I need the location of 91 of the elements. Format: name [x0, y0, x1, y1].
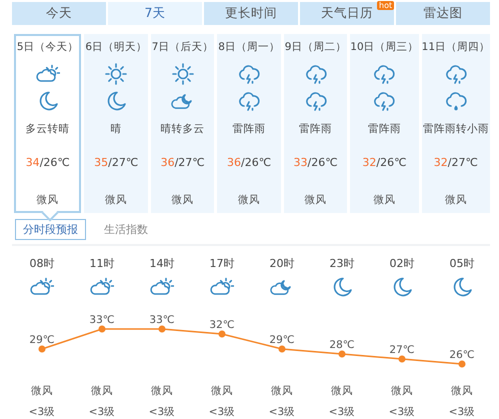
weather-text: 雷阵雨 — [368, 122, 401, 136]
day-date: 8日（周一） — [218, 40, 280, 55]
wind-text: 微风 — [238, 193, 260, 207]
thunder-cloud-icon — [304, 89, 328, 113]
hour-label: 14时 — [150, 256, 174, 271]
weather-text: 晴 — [110, 122, 122, 136]
thunder-cloud-icon — [237, 89, 262, 113]
rain-cloud-icon — [444, 89, 468, 113]
wind-force: <3级 — [388, 405, 416, 419]
hour-label: 08时 — [30, 256, 54, 271]
wind-force: <3级 — [148, 405, 176, 419]
data-point — [38, 346, 46, 352]
weather-text: 晴转多云 — [160, 122, 205, 136]
wind-force: <3级 — [208, 405, 236, 419]
wind-text: 微风 — [105, 193, 128, 207]
data-point — [338, 350, 346, 358]
day-date: 10日（周三） — [350, 40, 419, 55]
day-card[interactable]: 10日（周三） 雷阵雨 32/26℃ 微风 — [350, 34, 419, 213]
wind-text: 微风 — [172, 193, 194, 207]
temperature-label: 29℃ — [29, 334, 55, 346]
hot-badge: hot — [377, 1, 394, 10]
temperature-range: 32/26℃ — [362, 156, 406, 169]
sun-icon — [170, 62, 195, 86]
wind-force: <3级 — [448, 405, 476, 419]
wind-force: <3级 — [268, 405, 296, 419]
thunder-cloud-icon — [444, 62, 468, 86]
wind-text: 微风 — [150, 384, 173, 398]
day-card[interactable]: 9日（周二） 雷阵雨 33/26℃ 微风 — [284, 34, 348, 213]
day-date: 6日（明天） — [85, 40, 148, 55]
thunder-cloud-icon — [304, 62, 328, 86]
wind-text: 微风 — [210, 384, 233, 398]
tab[interactable]: 7天 — [108, 2, 202, 25]
wind-text: 微风 — [304, 193, 327, 207]
thunder-cloud-icon — [372, 89, 396, 113]
day-card[interactable]: 8日（周一） 雷阵雨 36/26℃ 微风 — [217, 34, 281, 213]
wind-force: <3级 — [328, 405, 356, 419]
temperature-range: 34/26℃ — [26, 156, 70, 169]
data-point — [278, 346, 286, 352]
subtab[interactable]: 分时段预报 — [15, 219, 86, 240]
temperature-range: 36/27℃ — [160, 156, 205, 169]
day-date: 5日（今天） — [16, 40, 79, 55]
temperature-label: 32℃ — [209, 319, 235, 331]
data-point — [158, 326, 166, 332]
wind-text: 微风 — [373, 193, 396, 207]
day-date: 11日（周四） — [422, 40, 490, 55]
wind-force: <3级 — [28, 405, 56, 419]
hour-label: 11时 — [90, 256, 114, 271]
temperature-label: 29℃ — [269, 334, 295, 346]
day-card[interactable]: 11日（周四） 雷阵雨转小雨 32/27℃ 微风 — [422, 34, 490, 213]
wind-text: 微风 — [90, 384, 113, 398]
temperature-range: 35/27℃ — [94, 156, 138, 169]
temperature-range: 32/27℃ — [434, 156, 478, 169]
day-date: 7日（后天） — [152, 40, 214, 55]
wind-force: <3级 — [88, 405, 116, 419]
data-point — [458, 360, 466, 368]
weather-text: 雷阵雨 — [299, 122, 332, 136]
wind-text: 微风 — [270, 384, 293, 398]
temperature-label: 27℃ — [389, 344, 415, 356]
hour-label: 20时 — [270, 256, 294, 271]
temperature-range: 36/26℃ — [227, 156, 272, 169]
temperature-label: 33℃ — [89, 314, 115, 326]
weather-text: 雷阵雨 — [232, 122, 266, 136]
temperature-range: 33/26℃ — [294, 156, 338, 169]
tab[interactable]: 雷达图 — [396, 2, 490, 25]
temperature-label: 33℃ — [149, 314, 175, 326]
data-point — [398, 356, 406, 362]
temperature-label: 28℃ — [329, 339, 355, 351]
data-point — [218, 330, 226, 338]
weather-text: 雷阵雨转小雨 — [422, 122, 489, 136]
thunder-cloud-icon — [372, 62, 396, 86]
temperature-label: 26℃ — [449, 349, 475, 361]
wind-text: 微风 — [450, 384, 473, 398]
tab[interactable]: 今天 — [12, 2, 106, 25]
wind-text: 微风 — [330, 384, 353, 398]
wind-text: 微风 — [390, 384, 413, 398]
weather-text: 多云转晴 — [26, 122, 70, 136]
hour-label: 17时 — [210, 256, 234, 271]
thunder-cloud-icon — [237, 62, 262, 86]
tab[interactable]: 更长时间 — [204, 2, 298, 25]
hour-label: 02时 — [390, 256, 414, 271]
data-point — [98, 326, 106, 332]
wind-text: 微风 — [30, 384, 53, 398]
day-date: 9日（周二） — [284, 40, 346, 55]
sun-icon — [104, 62, 128, 86]
tab[interactable]: 天气日历 hot — [300, 2, 394, 25]
hour-label: 05时 — [450, 256, 474, 271]
day-card[interactable]: 7日（后天） 晴转多云 36/27℃ 微风 — [150, 34, 214, 213]
wind-text: 微风 — [444, 193, 467, 207]
hour-label: 23时 — [330, 256, 354, 271]
day-card[interactable]: 6日（明天） 晴 35/27℃ 微风 — [84, 34, 148, 213]
wind-text: 微风 — [36, 193, 59, 207]
